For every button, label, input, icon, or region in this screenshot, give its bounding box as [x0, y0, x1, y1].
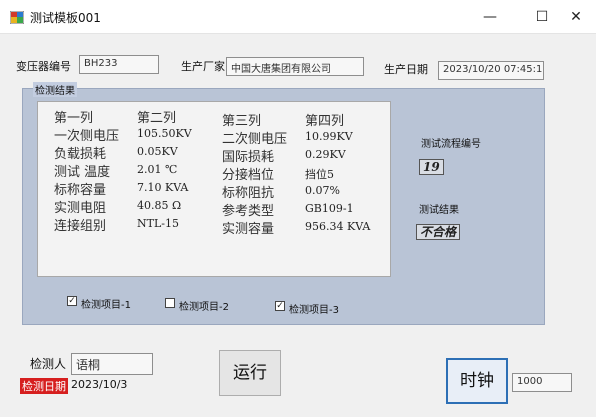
checkbox-item-2[interactable] — [165, 298, 175, 308]
table-cell: 40.85 Ω — [137, 199, 182, 212]
table-cell: 负载损耗 — [54, 147, 107, 162]
table-cell: 7.10 KVA — [137, 181, 189, 194]
table-cell: 参考类型 — [222, 204, 275, 219]
app-window: 测试模板001 — ☐ ✕ 变压器编号 BH233 生产厂家 中国大唐集团有限公… — [0, 0, 596, 417]
inspect-date-label: 检测日期 — [20, 378, 68, 394]
table-cell: 10.99KV — [305, 130, 353, 143]
column-header: 第一列 — [54, 111, 94, 126]
table-cell: 挡位5 — [305, 168, 334, 181]
table-cell: GB109-1 — [305, 202, 354, 215]
table-cell: 0.05KV — [137, 145, 178, 158]
table-cell: 标称容量 — [54, 183, 107, 198]
table-cell: 测试 温度 — [54, 165, 111, 180]
table-cell: 连接组别 — [54, 219, 107, 234]
manufacturer-field[interactable]: 中国大唐集团有限公司 — [226, 57, 364, 76]
flow-number-value: 19 — [419, 159, 444, 175]
test-result-label: 测试结果 — [419, 205, 459, 216]
inspect-date-value: 2023/10/3 — [71, 378, 128, 391]
table-cell: 实测电阻 — [54, 201, 107, 216]
checkbox-item-3[interactable]: ✓ — [275, 301, 285, 311]
production-date-field[interactable]: 2023/10/20 07:45:12 — [438, 61, 544, 80]
transformer-number-field[interactable]: BH233 — [79, 55, 159, 74]
table-cell: 实测容量 — [222, 222, 275, 237]
minimize-button[interactable]: — — [475, 5, 505, 29]
table-cell: 105.50KV — [137, 127, 192, 140]
column-header: 第二列 — [137, 111, 177, 126]
window-title: 测试模板001 — [30, 11, 101, 25]
flow-number-label: 测试流程编号 — [421, 139, 481, 150]
title-bar: 测试模板001 — ☐ ✕ — [0, 0, 596, 34]
clock-button[interactable]: 时钟 — [446, 358, 508, 404]
transformer-number-label: 变压器编号 — [16, 60, 71, 73]
close-button[interactable]: ✕ — [561, 5, 591, 29]
table-cell: 标称阻抗 — [222, 186, 275, 201]
clock-interval-field[interactable]: 1000 — [512, 373, 572, 392]
table-cell: 2.01 ℃ — [137, 163, 178, 176]
column-header: 第四列 — [305, 114, 345, 129]
inspector-field[interactable]: 语桐 — [71, 353, 153, 375]
checkbox-item-3-label: 检测项目-3 — [289, 305, 339, 316]
result-group-title: 检测结果 — [33, 82, 77, 97]
table-cell: 二次侧电压 — [222, 132, 288, 147]
production-date-label: 生产日期 — [384, 63, 428, 76]
table-cell: 956.34 KVA — [305, 220, 371, 233]
table-cell: 0.07% — [305, 184, 340, 197]
test-result-value: 不合格 — [416, 224, 461, 240]
run-button[interactable]: 运行 — [219, 350, 281, 396]
app-icon — [10, 11, 24, 24]
manufacturer-label: 生产厂家 — [181, 60, 225, 73]
table-cell: 分接档位 — [222, 168, 275, 183]
checkbox-item-1[interactable]: ✓ — [67, 296, 77, 306]
result-table-panel: 第一列 第二列 第三列 第四列 一次侧电压 105.50KV 二次侧电压 10.… — [37, 101, 391, 277]
column-header: 第三列 — [222, 114, 262, 129]
checkbox-item-2-label: 检测项目-2 — [179, 302, 229, 313]
table-cell: 一次侧电压 — [54, 129, 120, 144]
maximize-button[interactable]: ☐ — [527, 5, 557, 29]
table-cell: 0.29KV — [305, 148, 346, 161]
checkbox-item-1-label: 检测项目-1 — [81, 300, 131, 311]
inspector-label: 检测人 — [30, 357, 67, 371]
table-cell: NTL-15 — [137, 217, 179, 230]
table-cell: 国际损耗 — [222, 150, 275, 165]
result-groupbox: 检测结果 第一列 第二列 第三列 第四列 一次侧电压 105.50KV 二次侧电… — [22, 82, 545, 325]
